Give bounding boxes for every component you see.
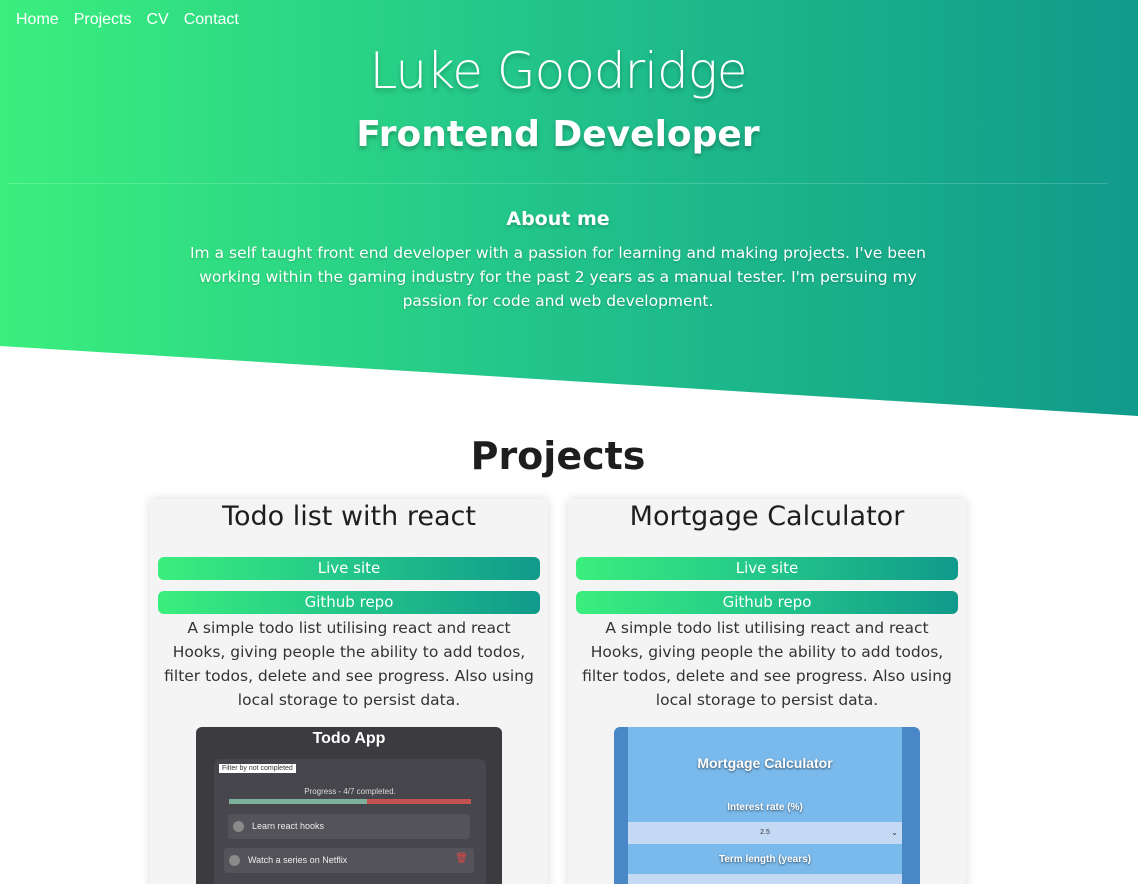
- project-card-todo: Todo list with react Live site Github re…: [150, 499, 548, 884]
- screenshot-panel: Filter by not completed Progress - 4/7 c…: [214, 759, 486, 884]
- screenshot-term-label: Term length (years): [718, 854, 812, 865]
- screenshot-todo-text: Learn react hooks: [252, 821, 325, 831]
- todo-app-screenshot: Todo App Filter by not completed Progres…: [196, 727, 502, 884]
- screenshot-progress-bar: [229, 799, 471, 804]
- chevron-down-icon: ⌄: [891, 828, 898, 837]
- screenshot-filter-label: Filter by not completed: [219, 764, 296, 773]
- about-text: Im a self taught front end developer wit…: [189, 244, 926, 310]
- screenshot-todo-item: Watch a series on Netflix 🗑: [224, 848, 474, 873]
- screenshot-interest-select: 2.5 ⌄: [628, 822, 902, 844]
- screenshot-app-title: Todo App: [312, 730, 386, 747]
- screenshot-todo-text: Watch a series on Netflix: [248, 855, 348, 865]
- screenshot-todo-item: Learn react hooks: [228, 814, 470, 839]
- hero-name: Luke Goodridge: [369, 42, 747, 100]
- screenshot-interest-label: Interest rate (%): [727, 802, 803, 813]
- nav-contact-link[interactable]: Contact: [184, 11, 239, 29]
- circle-icon: [233, 821, 244, 832]
- trash-icon: 🗑: [455, 853, 468, 864]
- screenshot-interest-value: 2.5: [760, 829, 770, 836]
- mortgage-app-screenshot: Mortgage Calculator Interest rate (%) 2.…: [614, 727, 920, 884]
- screenshot-progress-fill: [229, 799, 368, 804]
- live-site-button[interactable]: Live site: [576, 557, 958, 580]
- hero-divider: [8, 183, 1108, 184]
- project-title: Mortgage Calculator: [629, 501, 905, 532]
- projects-title: Projects: [470, 434, 646, 478]
- nav-projects-link[interactable]: Projects: [74, 11, 132, 29]
- hero-role: Frontend Developer: [356, 114, 760, 155]
- github-repo-button[interactable]: Github repo: [576, 591, 958, 614]
- project-description: A simple todo list utilising react and r…: [164, 619, 534, 709]
- screenshot-progress-label: Progress - 4/7 completed.: [304, 787, 396, 796]
- nav-cv-link[interactable]: CV: [146, 11, 168, 29]
- screenshot-panel: Mortgage Calculator Interest rate (%) 2.…: [628, 727, 902, 884]
- screenshot-term-select: [628, 874, 902, 884]
- project-title: Todo list with react: [222, 501, 476, 532]
- project-card-mortgage: Mortgage Calculator Live site Github rep…: [568, 499, 966, 884]
- main-nav: Home Projects CV Contact: [16, 11, 239, 29]
- project-description: A simple todo list utilising react and r…: [582, 619, 952, 709]
- about-title: About me: [506, 208, 610, 230]
- github-repo-button[interactable]: Github repo: [158, 591, 540, 614]
- screenshot-app-title: Mortgage Calculator: [697, 755, 833, 771]
- circle-icon: [229, 855, 240, 866]
- nav-home-link[interactable]: Home: [16, 11, 59, 29]
- live-site-button[interactable]: Live site: [158, 557, 540, 580]
